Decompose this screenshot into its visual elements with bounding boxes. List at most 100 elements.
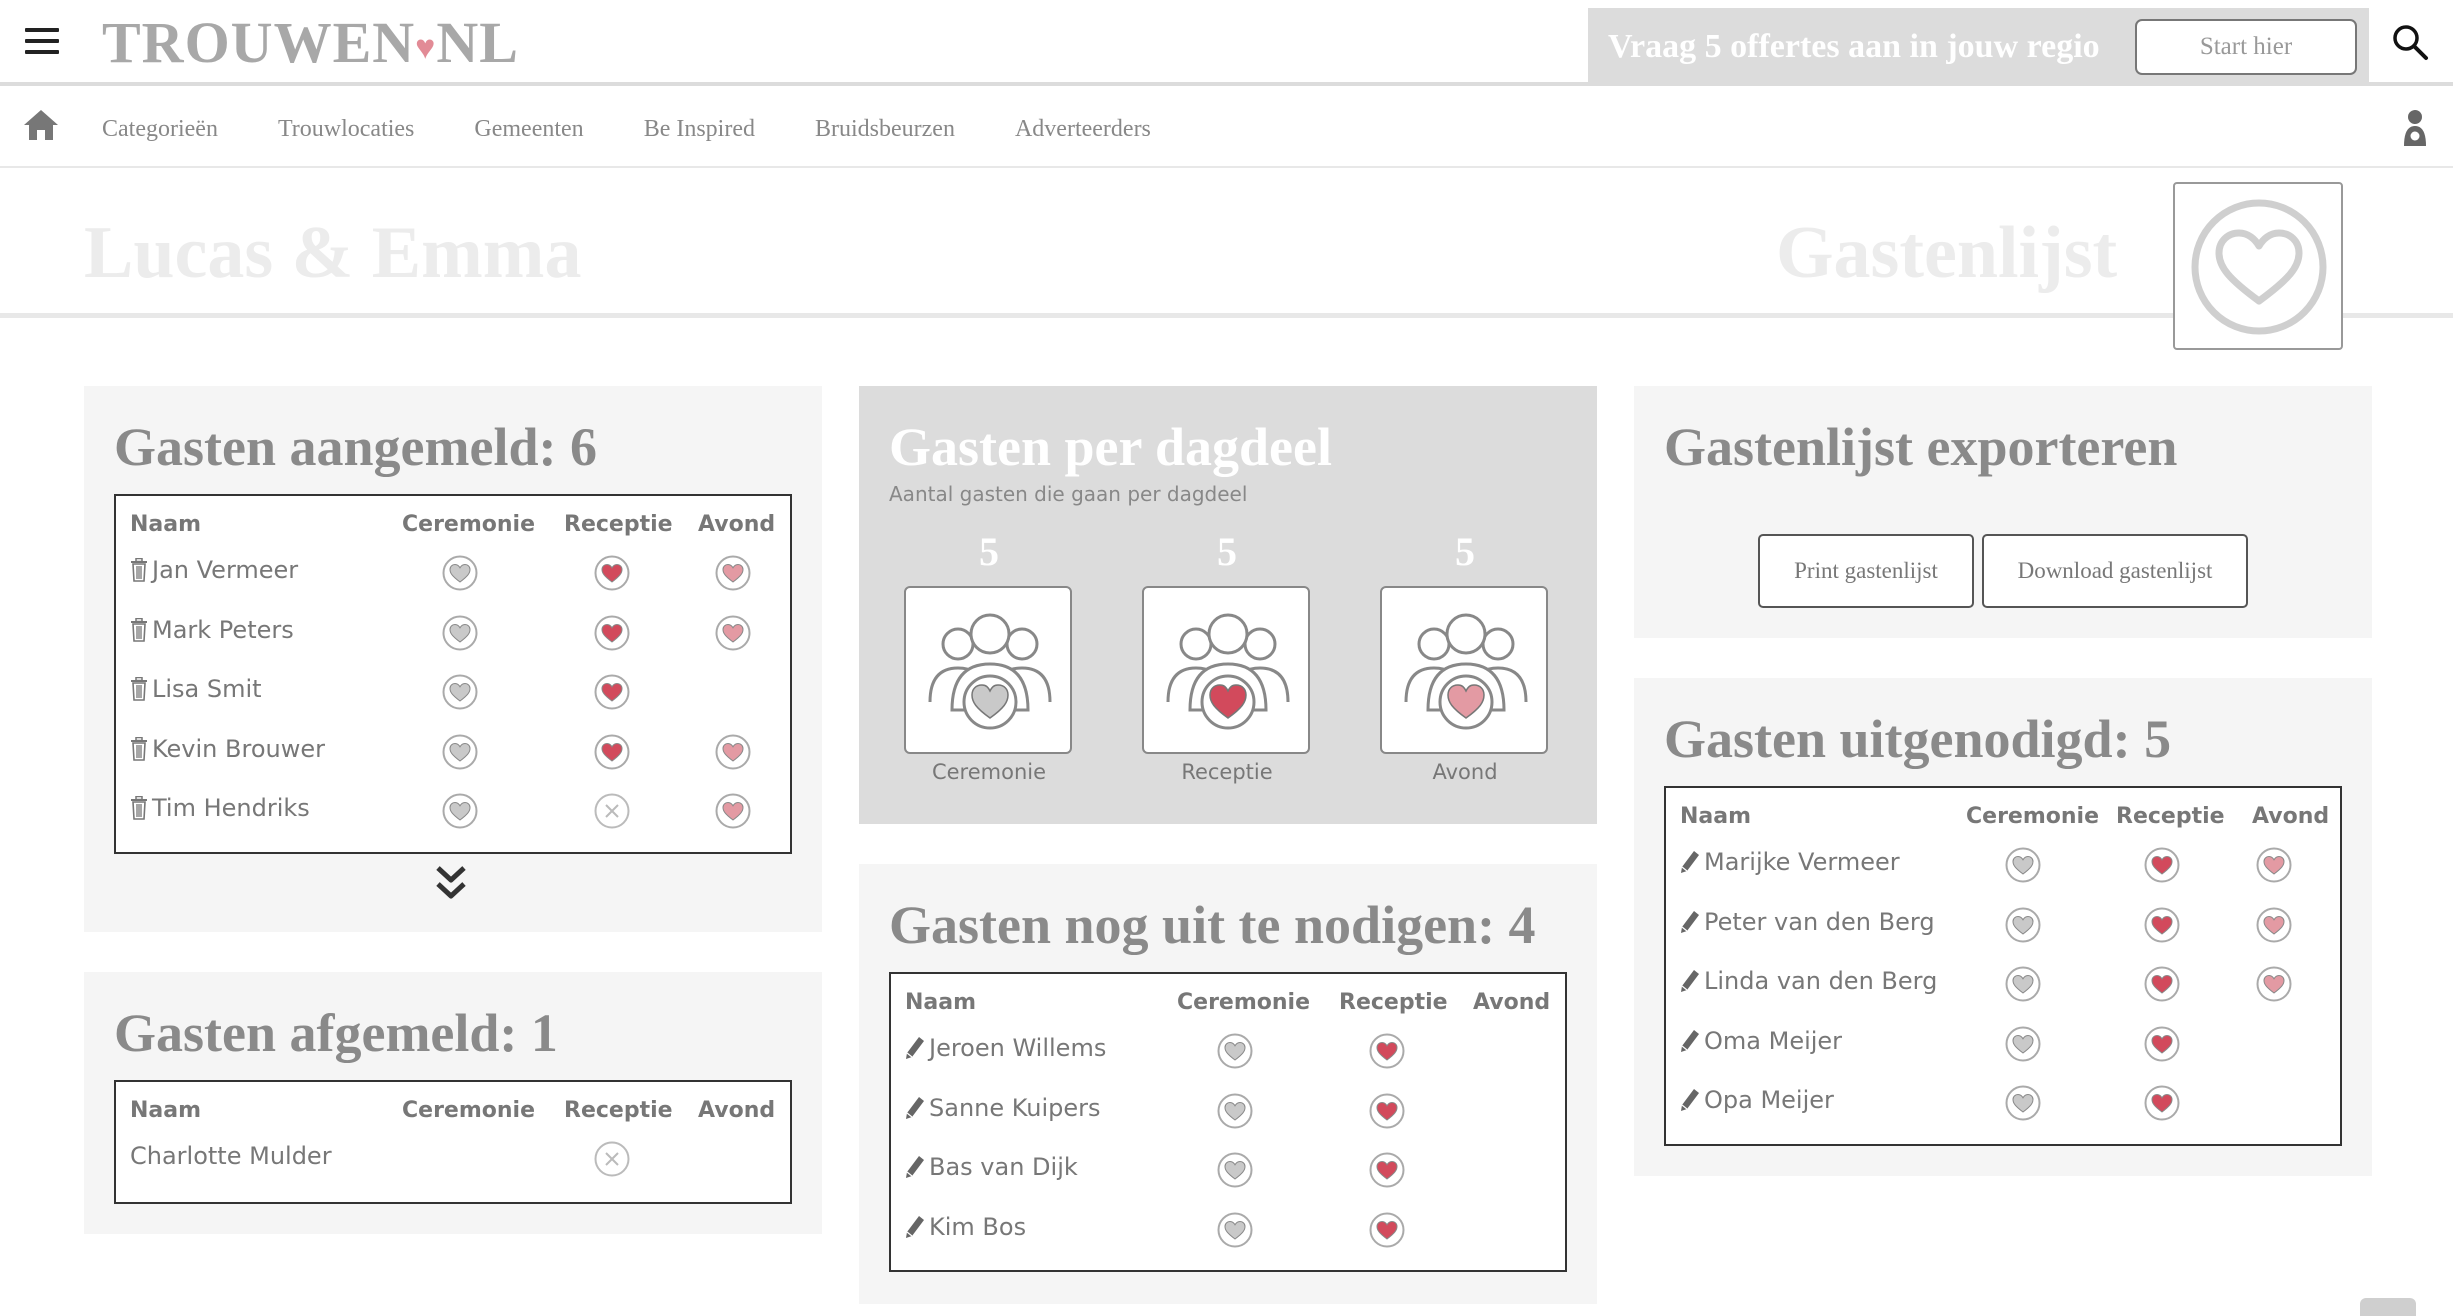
pencil-icon[interactable] xyxy=(1680,1027,1704,1055)
col-name: Naam xyxy=(1680,804,1752,829)
daypart-item: 5 Receptie xyxy=(1142,532,1312,784)
pencil-icon[interactable] xyxy=(905,1094,929,1122)
grey-heart-icon[interactable] xyxy=(2004,1084,2042,1122)
export-title: Gastenlijst exporteren xyxy=(1664,417,2178,477)
guest-name: Jan Vermeer xyxy=(152,556,299,584)
red-heart-icon[interactable] xyxy=(593,614,631,652)
print-guestlist-button[interactable]: Print gastenlijst xyxy=(1758,534,1974,608)
table-header: Naam Ceremonie Receptie Avond xyxy=(1666,788,2340,834)
start-here-button[interactable]: Start hier xyxy=(2135,19,2357,75)
nav-item[interactable]: Trouwlocaties xyxy=(278,116,414,143)
pencil-icon[interactable] xyxy=(1680,908,1704,936)
double-chevron-down-icon[interactable] xyxy=(434,864,468,902)
red-heart-icon[interactable] xyxy=(593,673,631,711)
guest-group-icon xyxy=(1142,586,1310,754)
logo-text-left: TROUWEN xyxy=(102,10,416,75)
guest-name-cell: Bas van Dijk xyxy=(905,1153,1078,1181)
declined-x-icon[interactable] xyxy=(593,792,631,830)
grey-heart-icon[interactable] xyxy=(2004,846,2042,884)
red-heart-icon[interactable] xyxy=(1368,1211,1406,1249)
guest-name-cell: Sanne Kuipers xyxy=(905,1094,1101,1122)
table-row: Jan Vermeer xyxy=(116,542,790,602)
grey-heart-icon[interactable] xyxy=(1216,1151,1254,1189)
guest-name-cell: Kevin Brouwer xyxy=(130,735,325,763)
pencil-icon[interactable] xyxy=(1680,1086,1704,1114)
grey-heart-icon[interactable] xyxy=(1216,1092,1254,1130)
daypart-card: Gasten per dagdeel Aantal gasten die gaa… xyxy=(859,386,1597,824)
pink-heart-icon[interactable] xyxy=(714,614,752,652)
red-heart-icon[interactable] xyxy=(2143,1084,2181,1122)
scroll-top-button[interactable] xyxy=(2360,1298,2416,1316)
red-heart-icon[interactable] xyxy=(1368,1092,1406,1130)
grey-heart-icon[interactable] xyxy=(441,554,479,592)
export-card: Gastenlijst exporteren Print gastenlijst… xyxy=(1634,386,2372,638)
guest-name: Opa Meijer xyxy=(1704,1086,1834,1114)
to-invite-title: Gasten nog uit te nodigen: 4 xyxy=(889,895,1536,955)
pencil-icon[interactable] xyxy=(905,1213,929,1241)
grey-heart-icon[interactable] xyxy=(441,733,479,771)
red-heart-icon[interactable] xyxy=(1368,1032,1406,1070)
table-row: Kim Bos xyxy=(891,1199,1565,1259)
main-nav: Categorieën Trouwlocaties Gemeenten Be Insp… xyxy=(0,90,2453,168)
red-heart-icon[interactable] xyxy=(593,554,631,592)
table-row: Oma Meijer xyxy=(1666,1013,2340,1073)
declined-x-icon[interactable] xyxy=(593,1140,631,1178)
grey-heart-icon[interactable] xyxy=(1216,1211,1254,1249)
guest-name: Peter van den Berg xyxy=(1704,907,1935,936)
guest-name: Oma Meijer xyxy=(1704,1026,1843,1055)
red-heart-icon[interactable] xyxy=(593,733,631,771)
pink-heart-icon[interactable] xyxy=(714,554,752,592)
nav-item[interactable]: Adverteerders xyxy=(1015,116,1151,143)
pink-heart-icon[interactable] xyxy=(714,792,752,830)
red-heart-icon[interactable] xyxy=(2143,1025,2181,1063)
guest-name-cell: Lisa Smit xyxy=(130,675,262,703)
home-icon[interactable] xyxy=(22,108,60,144)
guest-name: Tim Hendriks xyxy=(152,794,310,822)
col-reception: Receptie xyxy=(1339,990,1448,1015)
hamburger-icon[interactable] xyxy=(25,28,59,58)
red-heart-icon[interactable] xyxy=(2143,906,2181,944)
trash-icon[interactable] xyxy=(130,794,152,822)
col-name: Naam xyxy=(905,990,977,1015)
table-row: Opa Meijer xyxy=(1666,1072,2340,1132)
col-reception: Receptie xyxy=(564,512,673,537)
grey-heart-icon[interactable] xyxy=(441,792,479,830)
red-heart-icon[interactable] xyxy=(2143,965,2181,1003)
nav-item[interactable]: Categorieën xyxy=(102,116,218,143)
search-icon[interactable] xyxy=(2390,22,2434,66)
site-logo[interactable]: TROUWEN♥NL xyxy=(102,8,519,84)
pink-heart-icon[interactable] xyxy=(2255,846,2293,884)
nav-item[interactable]: Be Inspired xyxy=(644,116,755,143)
red-heart-icon[interactable] xyxy=(1368,1151,1406,1189)
grey-heart-icon[interactable] xyxy=(441,614,479,652)
daypart-title: Gasten per dagdeel xyxy=(889,417,1332,477)
pink-heart-icon[interactable] xyxy=(2255,906,2293,944)
invited-title: Gasten uitgenodigd: 5 xyxy=(1664,709,2172,769)
offer-text: Vraag 5 offertes aan in jouw regio xyxy=(1608,28,2100,65)
trash-icon[interactable] xyxy=(130,735,152,763)
col-evening: Avond xyxy=(2252,804,2330,829)
user-icon[interactable] xyxy=(2400,108,2432,150)
red-heart-icon[interactable] xyxy=(2143,846,2181,884)
nav-item[interactable]: Bruidsbeurzen xyxy=(815,116,955,143)
pink-heart-icon[interactable] xyxy=(2255,965,2293,1003)
trash-icon[interactable] xyxy=(130,675,152,703)
download-guestlist-button[interactable]: Download gastenlijst xyxy=(1982,534,2248,608)
pencil-icon[interactable] xyxy=(905,1153,929,1181)
pencil-icon[interactable] xyxy=(905,1034,929,1062)
trash-icon[interactable] xyxy=(130,556,152,584)
grey-heart-icon[interactable] xyxy=(2004,965,2042,1003)
nav-item[interactable]: Gemeenten xyxy=(474,116,583,143)
pencil-icon[interactable] xyxy=(1680,967,1704,995)
col-reception: Receptie xyxy=(2116,804,2225,829)
guest-group-icon xyxy=(904,586,1072,754)
pencil-icon[interactable] xyxy=(1680,848,1704,876)
grey-heart-icon[interactable] xyxy=(1216,1032,1254,1070)
nav-items: Categorieën Trouwlocaties Gemeenten Be Insp… xyxy=(102,90,1211,168)
grey-heart-icon[interactable] xyxy=(441,673,479,711)
pink-heart-icon[interactable] xyxy=(714,733,752,771)
grey-heart-icon[interactable] xyxy=(2004,906,2042,944)
table-row: Mark Peters xyxy=(116,602,790,662)
trash-icon[interactable] xyxy=(130,616,152,644)
grey-heart-icon[interactable] xyxy=(2004,1025,2042,1063)
